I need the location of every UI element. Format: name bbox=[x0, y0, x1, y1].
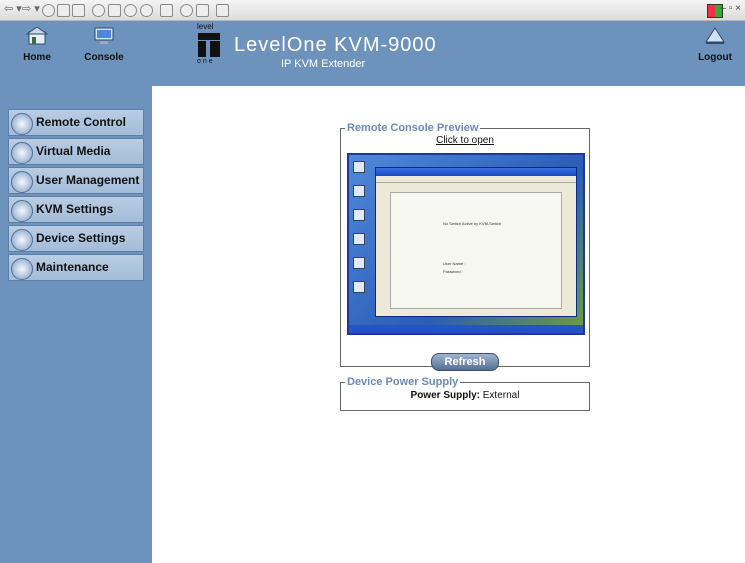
remote-window-body: No Switch Active by KVM-Switch User Name… bbox=[390, 192, 562, 309]
home-browser-icon[interactable] bbox=[72, 4, 85, 17]
mail-icon[interactable] bbox=[160, 4, 173, 17]
discuss-icon[interactable] bbox=[216, 4, 229, 17]
search-icon[interactable] bbox=[92, 4, 105, 17]
nav-item-maintenance[interactable]: Maintenance bbox=[8, 254, 144, 281]
print-icon[interactable] bbox=[180, 4, 193, 17]
remote-window-menubar bbox=[376, 176, 576, 183]
edit-icon[interactable] bbox=[196, 4, 209, 17]
history-icon[interactable] bbox=[140, 4, 153, 17]
nav-item-label: Virtual Media bbox=[36, 144, 111, 158]
disc-icon bbox=[11, 142, 33, 164]
home-button[interactable]: Home bbox=[12, 26, 62, 63]
product-subtitle: IP KVM Extender bbox=[281, 58, 366, 70]
logout-button[interactable]: Logout bbox=[690, 27, 740, 63]
wrench-icon bbox=[11, 258, 33, 280]
levelone-logo bbox=[198, 33, 220, 57]
remote-status-text: No Switch Active by KVM-Switch bbox=[443, 221, 502, 226]
brand-level-text: level bbox=[197, 22, 214, 31]
power-supply-label: Power Supply: bbox=[410, 390, 480, 401]
remote-pass-text: Password : bbox=[443, 269, 463, 274]
desktop-icon bbox=[353, 233, 365, 245]
nav-item-remote-control[interactable]: Remote Control bbox=[8, 109, 144, 136]
console-label: Console bbox=[84, 52, 124, 63]
reload-icon[interactable] bbox=[57, 4, 70, 17]
power-supply-line: Power Supply: External bbox=[341, 390, 589, 401]
nav-item-label: Maintenance bbox=[36, 260, 109, 274]
remote-window: No Switch Active by KVM-Switch User Name… bbox=[375, 167, 577, 317]
nav-item-device-settings[interactable]: Device Settings bbox=[8, 225, 144, 252]
power-legend: Device Power Supply bbox=[347, 376, 459, 388]
nav-item-label: KVM Settings bbox=[36, 202, 114, 216]
desktop-icon bbox=[353, 209, 365, 221]
window-controls[interactable]: – ▫ × bbox=[720, 3, 741, 14]
nav-item-label: Remote Control bbox=[36, 115, 126, 129]
remote-taskbar bbox=[349, 325, 583, 333]
console-icon bbox=[94, 27, 114, 44]
product-name: LevelOne KVM-9000 bbox=[234, 34, 437, 56]
back-arrow-icon[interactable]: ⇦ ▾ bbox=[4, 2, 22, 15]
remote-console-preview-panel: Remote Console Preview Click to open No … bbox=[340, 122, 590, 371]
content-area-curve bbox=[152, 86, 745, 126]
desktop-icon bbox=[353, 281, 365, 293]
desktop-icon bbox=[353, 185, 365, 197]
media-icon[interactable] bbox=[124, 4, 137, 17]
desktop-icon bbox=[353, 161, 365, 173]
preview-legend: Remote Console Preview bbox=[347, 122, 479, 134]
nav-item-user-management[interactable]: User Management bbox=[8, 167, 144, 194]
monitor-icon bbox=[11, 113, 33, 135]
nav-item-kvm-settings[interactable]: KVM Settings bbox=[8, 196, 144, 223]
console-preview-screen[interactable]: No Switch Active by KVM-Switch User Name… bbox=[347, 153, 585, 335]
logout-icon bbox=[705, 27, 725, 44]
nav-item-label: User Management bbox=[36, 173, 140, 187]
click-to-open-link[interactable]: Click to open bbox=[341, 135, 589, 146]
forward-arrow-icon[interactable]: ⇨ ▾ bbox=[22, 2, 40, 15]
browser-toolbar: ⇦ ▾ ⇨ ▾ – ▫ × bbox=[0, 0, 745, 21]
stop-icon[interactable] bbox=[42, 4, 55, 17]
keyboard-icon bbox=[11, 200, 33, 222]
device-power-supply-panel: Device Power Supply Power Supply: Extern… bbox=[340, 376, 590, 411]
gears-icon bbox=[11, 229, 33, 251]
power-supply-value: External bbox=[482, 390, 520, 401]
sidebar-nav: Remote Control Virtual Media User Manage… bbox=[8, 109, 144, 283]
nav-item-virtual-media[interactable]: Virtual Media bbox=[8, 138, 144, 165]
home-label: Home bbox=[23, 52, 51, 63]
refresh-button[interactable]: Refresh bbox=[431, 353, 499, 371]
home-icon bbox=[25, 26, 49, 45]
console-button[interactable]: Console bbox=[79, 27, 129, 63]
logout-label: Logout bbox=[698, 52, 732, 63]
nav-item-label: Device Settings bbox=[36, 231, 126, 245]
desktop-icon bbox=[353, 257, 365, 269]
favorites-icon[interactable] bbox=[108, 4, 121, 17]
brand-one-text: one bbox=[197, 58, 215, 65]
users-icon bbox=[11, 171, 33, 193]
remote-user-text: User Name : bbox=[443, 261, 466, 266]
remote-window-titlebar bbox=[376, 168, 576, 176]
